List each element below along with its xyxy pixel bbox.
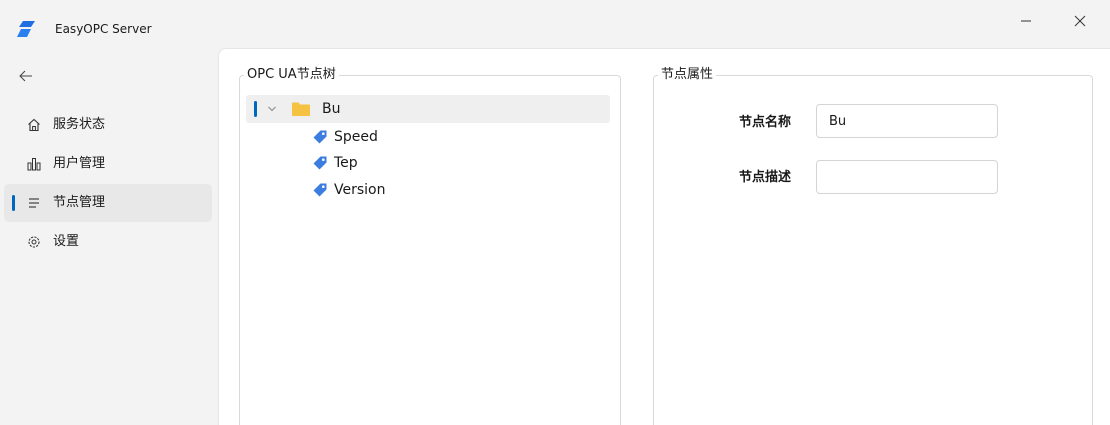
sidebar: 服务状态 用户管理 节点管理 设置 (0, 48, 218, 425)
sidebar-item-label: 用户管理 (53, 156, 106, 171)
sidebar-item-settings[interactable]: 设置 (4, 223, 212, 261)
node-tree-panel: OPC UA节点树 Bu Speed Tep Version (239, 67, 621, 425)
node-name-field[interactable] (816, 104, 998, 138)
node-tree-title: OPC UA节点树 (244, 67, 339, 83)
gear-icon (26, 234, 42, 250)
tree-node-label: Version (334, 182, 386, 198)
people-icon (26, 156, 42, 172)
node-name-label: 节点名称 (739, 115, 792, 130)
sidebar-item-label: 设置 (53, 234, 80, 249)
sidebar-item-service-status[interactable]: 服务状态 (4, 106, 212, 144)
app-logo-icon (17, 21, 35, 37)
tree-node-speed[interactable]: Speed (312, 124, 512, 150)
tag-icon (313, 183, 327, 197)
active-indicator (12, 195, 15, 211)
sidebar-item-node-management[interactable]: 节点管理 (4, 184, 212, 222)
minimize-button[interactable] (1006, 6, 1046, 36)
minimize-icon (1021, 20, 1031, 22)
node-description-field[interactable] (816, 160, 998, 194)
sidebar-item-user-management[interactable]: 用户管理 (4, 145, 212, 183)
tree-node-tep[interactable]: Tep (312, 150, 512, 176)
node-description-label: 节点描述 (739, 170, 792, 185)
title-bar: EasyOPC Server (0, 0, 1110, 48)
tree-node-label: Bu (322, 101, 341, 117)
chevron-down-icon[interactable] (267, 104, 277, 114)
sidebar-item-label: 服务状态 (53, 117, 106, 132)
tag-icon (313, 156, 327, 170)
tree-node-version[interactable]: Version (312, 177, 512, 203)
tree-node-label: Speed (334, 129, 378, 145)
close-icon (1074, 15, 1086, 27)
folder-icon (292, 102, 310, 116)
selection-indicator (254, 101, 257, 117)
tree-node-label: Tep (334, 155, 358, 171)
sidebar-item-label: 节点管理 (53, 195, 106, 210)
close-button[interactable] (1060, 6, 1100, 36)
tree-node-root[interactable]: Bu (246, 95, 610, 123)
node-properties-panel: 节点属性 节点名称 节点描述 (653, 67, 1093, 425)
tag-icon (313, 130, 327, 144)
back-button[interactable] (8, 62, 44, 90)
content-area: OPC UA节点树 Bu Speed Tep Version 节点属性 节点名称… (218, 48, 1110, 425)
list-icon (26, 195, 42, 211)
node-properties-title: 节点属性 (658, 67, 717, 83)
back-arrow-icon (19, 70, 32, 82)
app-title: EasyOPC Server (55, 22, 152, 36)
home-icon (26, 117, 42, 133)
